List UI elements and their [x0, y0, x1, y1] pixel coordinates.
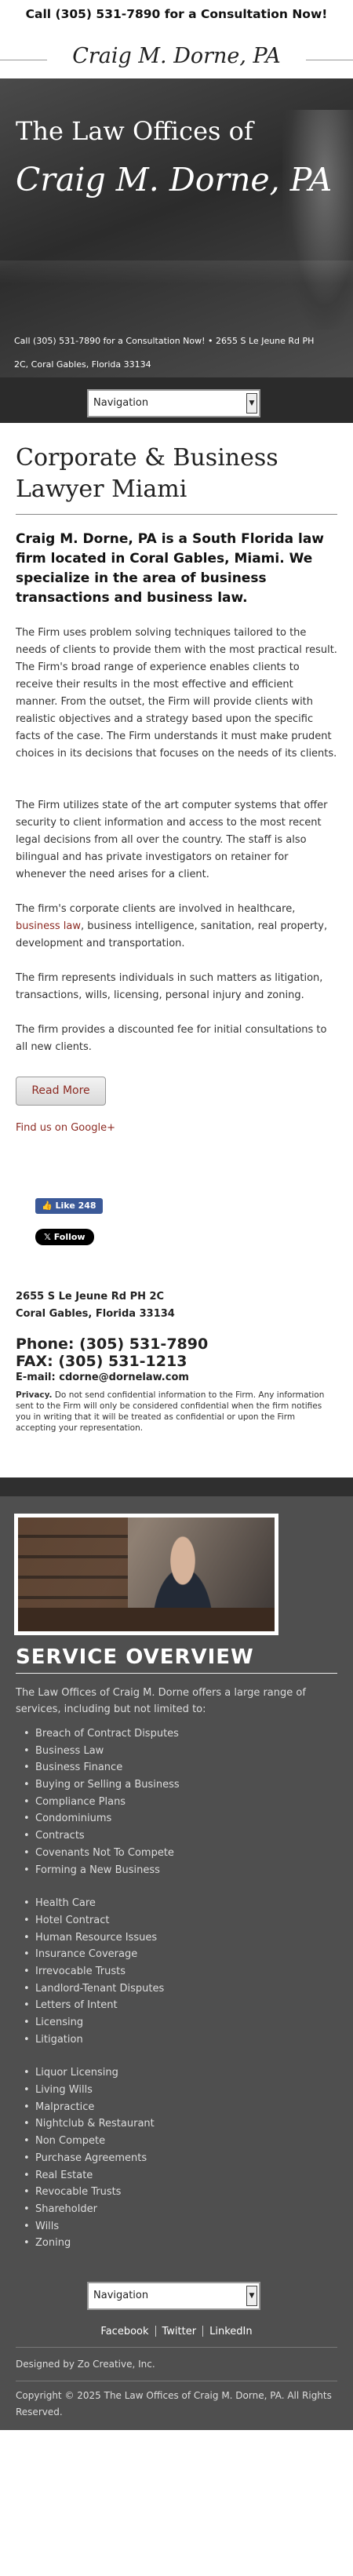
services-list-1: Breach of Contract Disputes Business Law…	[24, 1725, 353, 1878]
list-item: Human Resource Issues	[24, 1929, 353, 1947]
privacy-label: Privacy.	[16, 1390, 53, 1400]
list-item: Shareholder	[24, 2201, 353, 2218]
logo-name: Craig M. Dorne, PA	[67, 28, 286, 85]
hero-title-line2: Craig M. Dorne, PA	[16, 161, 333, 199]
facebook-like-button[interactable]: 👍 Like 248	[35, 1198, 103, 1214]
twitter-follow-label: Follow	[53, 1232, 86, 1242]
list-item: Hotel Contract	[24, 1912, 353, 1929]
hero-contact-info: Call (305) 531-7890 for a Consultation N…	[14, 330, 339, 377]
email-link[interactable]: cdorne@dornelaw.com	[59, 1372, 189, 1383]
lead-paragraph: Craig M. Dorne, PA is a South Florida la…	[16, 531, 325, 606]
body-paragraph-2: The Firm utilizes state of the art compu…	[16, 800, 328, 880]
list-item: Covenants Not To Compete	[24, 1845, 353, 1862]
services-intro: The Law Offices of Craig M. Dorne offers…	[16, 1687, 306, 1715]
services-list-3: Liquor Licensing Living Wills Malpractic…	[24, 2064, 353, 2252]
hero-statue-image	[282, 110, 353, 330]
desk-image	[18, 1608, 275, 1631]
list-item: Contracts	[24, 1827, 353, 1845]
list-item: Letters of Intent	[24, 1997, 353, 2014]
hero-info-line2: 2C, Coral Gables, Florida 33134	[14, 359, 151, 370]
list-item: Litigation	[24, 2031, 353, 2049]
list-item: Non Compete	[24, 2133, 353, 2150]
list-item: Business Law	[24, 1743, 353, 1760]
chevron-down-icon[interactable]: ▼	[246, 2285, 257, 2306]
list-item: Compliance Plans	[24, 1794, 353, 1811]
privacy-text: Do not send confidential information to …	[16, 1390, 325, 1433]
social-links: Facebook Twitter LinkedIn	[0, 2326, 353, 2337]
body-paragraph-5: The firm provides a discounted fee for i…	[16, 1024, 327, 1053]
linkedin-link[interactable]: LinkedIn	[203, 2326, 258, 2337]
facebook-like-label: Like 248	[55, 1201, 96, 1211]
list-item: Landlord-Tenant Disputes	[24, 1980, 353, 1998]
hero-title-line1: The Law Offices of	[16, 116, 253, 146]
twitter-follow-wrap: 𝕏 Follow	[35, 1228, 337, 1245]
read-more-button[interactable]: Read More	[16, 1077, 106, 1106]
services-title: SERVICE OVERVIEW	[16, 1645, 254, 1669]
list-item: Insurance Coverage	[24, 1946, 353, 1963]
hero-banner: The Law Offices of Craig M. Dorne, PA Ca…	[0, 78, 353, 377]
business-law-link[interactable]: business law	[16, 920, 81, 932]
services-section: SERVICE OVERVIEW The Law Offices of Crai…	[0, 1477, 353, 2430]
list-item: Liquor Licensing	[24, 2064, 353, 2082]
x-logo-icon: 𝕏	[44, 1232, 54, 1242]
contact-block: 2655 S Le Jeune Rd PH 2C Coral Gables, F…	[16, 1288, 337, 1434]
body-paragraph-1: The Firm uses problem solving techniques…	[16, 627, 337, 760]
list-item: Business Finance	[24, 1759, 353, 1776]
services-list-2: Health Care Hotel Contract Human Resourc…	[24, 1895, 353, 2048]
logo[interactable]: CMD Craig M. Dorne, PA	[0, 28, 353, 85]
email-label: E-mail:	[16, 1372, 56, 1383]
paragraph-3-start: The firm's corporate clients are involve…	[16, 903, 296, 915]
page-title: Corporate & Business Lawyer Miami	[16, 444, 278, 503]
attorney-photo	[14, 1514, 278, 1635]
navigation-select-label: Navigation	[93, 397, 149, 409]
list-item: Irrevocable Trusts	[24, 1963, 353, 1980]
fax-number: FAX: (305) 531-1213	[16, 1353, 187, 1370]
list-item: Real Estate	[24, 2167, 353, 2184]
phone-number[interactable]: Phone: (305) 531-7890	[16, 1335, 337, 1353]
list-item: Nightclub & Restaurant	[24, 2115, 353, 2133]
section-divider-band	[0, 1477, 353, 1496]
services-divider	[16, 1673, 337, 1674]
list-item: Condominiums	[24, 1810, 353, 1827]
email-line: E-mail: cdorne@dornelaw.com	[16, 1372, 337, 1383]
hero-info-line1: Call (305) 531-7890 for a Consultation N…	[14, 336, 315, 346]
footer-navigation-select-label: Navigation	[93, 2289, 149, 2301]
thumbs-up-icon: 👍	[42, 1201, 56, 1211]
list-item: Health Care	[24, 1895, 353, 1912]
facebook-link[interactable]: Facebook	[94, 2326, 155, 2337]
navigation-select[interactable]: Navigation ▼	[87, 389, 260, 417]
title-divider	[16, 514, 337, 515]
read-more-wrap: Read More	[16, 1077, 337, 1106]
twitter-follow-button[interactable]: 𝕏 Follow	[35, 1229, 94, 1245]
body-paragraph-3: The firm's corporate clients are involve…	[16, 901, 337, 953]
designer-credit[interactable]: Designed by Zo Creative, Inc.	[16, 2356, 353, 2373]
address-line1: 2655 S Le Jeune Rd PH 2C	[16, 1291, 165, 1303]
chevron-down-icon[interactable]: ▼	[246, 393, 257, 414]
main-content: Corporate & Business Lawyer Miami Craig …	[0, 443, 353, 1477]
top-phone-bar[interactable]: Call (305) 531-7890 for a Consultation N…	[0, 0, 353, 28]
footer-divider	[16, 2346, 337, 2348]
copyright: Copyright © 2025 The Law Offices of Crai…	[16, 2389, 332, 2418]
list-item: Breach of Contract Disputes	[24, 1725, 353, 1743]
list-item: Wills	[24, 2218, 353, 2235]
hero-bench-image	[0, 261, 353, 284]
list-item: Purchase Agreements	[24, 2150, 353, 2167]
list-item: Zoning	[24, 2235, 353, 2252]
footer-nav-bar: Navigation ▼	[0, 2274, 353, 2315]
list-item: Buying or Selling a Business	[24, 1776, 353, 1794]
facebook-like-wrap: 👍 Like 248	[35, 1197, 337, 1214]
privacy-notice: Privacy. Do not send confidential inform…	[16, 1390, 337, 1434]
nav-bar: Navigation ▼	[0, 377, 353, 423]
footer-navigation-select[interactable]: Navigation ▼	[87, 2281, 260, 2310]
google-plus-link[interactable]: Find us on Google+	[16, 1120, 337, 1137]
list-item: Revocable Trusts	[24, 2184, 353, 2201]
body-paragraph-4: The firm represents individuals in such …	[16, 972, 323, 1001]
list-item: Living Wills	[24, 2082, 353, 2099]
twitter-link[interactable]: Twitter	[156, 2326, 203, 2337]
address-line2: Coral Gables, Florida 33134	[16, 1308, 175, 1320]
list-item: Malpractice	[24, 2099, 353, 2116]
list-item: Forming a New Business	[24, 1862, 353, 1879]
list-item: Licensing	[24, 2014, 353, 2031]
